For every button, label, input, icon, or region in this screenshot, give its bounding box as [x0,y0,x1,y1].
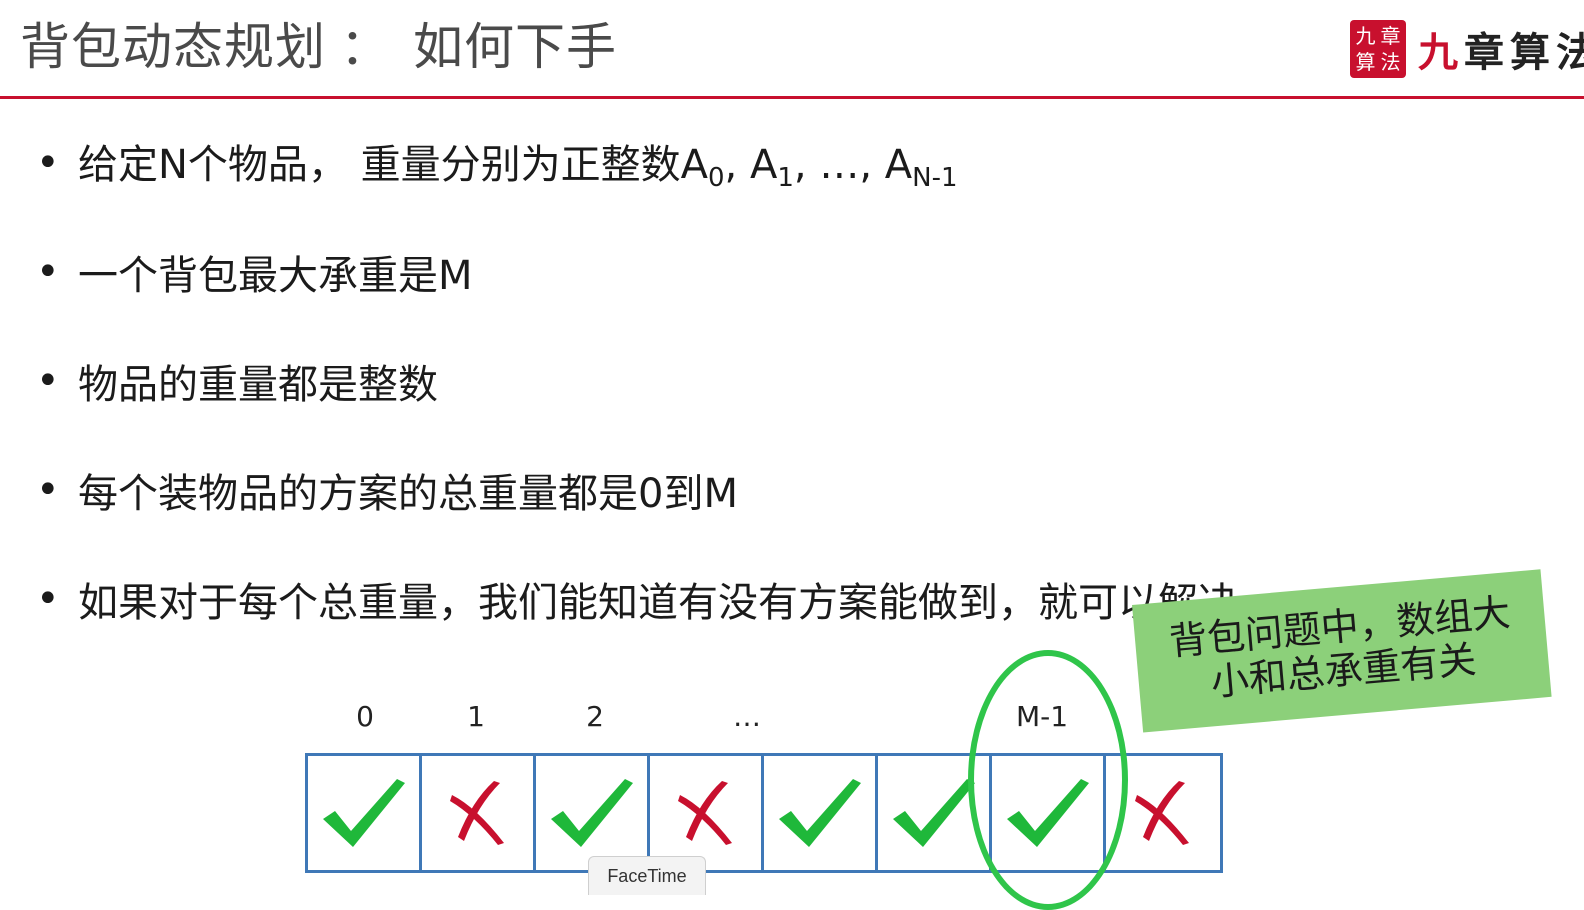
check-icon [550,779,633,847]
array-cell [308,756,422,870]
array-cell [422,756,536,870]
bullet-item: • 如果对于每个总重量，我们能知道有没有方案能做到，就可以解决 [36,544,1238,653]
logo-seal: 九 章 算 法 [1350,20,1406,78]
seal-char: 九 [1355,24,1376,48]
logo-first-char: 九 [1418,29,1464,76]
bullet-dot-icon: • [36,357,60,404]
seal-char: 算 [1355,50,1376,74]
jiuzhang-logo: 九 章 算 法 九章算法 [1350,18,1584,80]
array-index-label: 2 [586,700,604,733]
slide-title: 背包动态规划： 如何下手 [20,14,617,80]
highlight-ring [968,650,1128,910]
seal-char: 章 [1380,24,1401,48]
bullet-text: 如果对于每个总重量，我们能知道有没有方案能做到，就可以解决 [78,579,1238,626]
logo-wordmark: 九章算法 [1418,20,1584,78]
bullet-text: 每个装物品的方案的总重量都是0到M [78,470,738,517]
bullet-dot-icon: • [36,575,60,622]
check-icon [892,779,975,847]
bullet-dot-icon: • [36,248,60,295]
check-icon [322,779,405,847]
array-cell [536,756,650,870]
cross-icon [1135,781,1189,845]
bullet-text: 物品的重量都是整数 [78,361,438,408]
bullet-text: 一个背包最大承重是M [78,252,473,299]
bullet-dot-icon: • [36,139,60,186]
title-rest: 如何下手 [413,18,617,76]
check-icon [778,779,861,847]
bullet-item: • 一个背包最大承重是M [36,217,1238,326]
title-main: 背包动态规划 [20,18,326,76]
array-cell [650,756,764,870]
header-divider [0,96,1584,99]
cross-icon [677,781,732,845]
logo-rest: 章算法 [1464,29,1584,76]
array-index-label: … [733,700,761,733]
array-cell [764,756,878,870]
title-separator: ： [340,18,391,76]
array-index-label: 0 [356,700,374,733]
seal-char: 法 [1380,50,1401,74]
array-index-label: 1 [467,700,485,733]
bullet-dot-icon: • [36,466,60,513]
bullet-item: • 给定N个物品， 重量分别为正整数A0, A1, …, AN-1 [36,108,1238,217]
bullet-item: • 每个装物品的方案的总重量都是0到M [36,435,1238,544]
bullet-item: • 物品的重量都是整数 [36,326,1238,435]
dock-tooltip: FaceTime [588,856,706,895]
cross-icon [449,781,504,845]
bullet-list: • 给定N个物品， 重量分别为正整数A0, A1, …, AN-1 • 一个背包… [36,108,1238,653]
bullet-text: 给定N个物品， 重量分别为正整数A0, A1, …, AN-1 [78,142,958,193]
